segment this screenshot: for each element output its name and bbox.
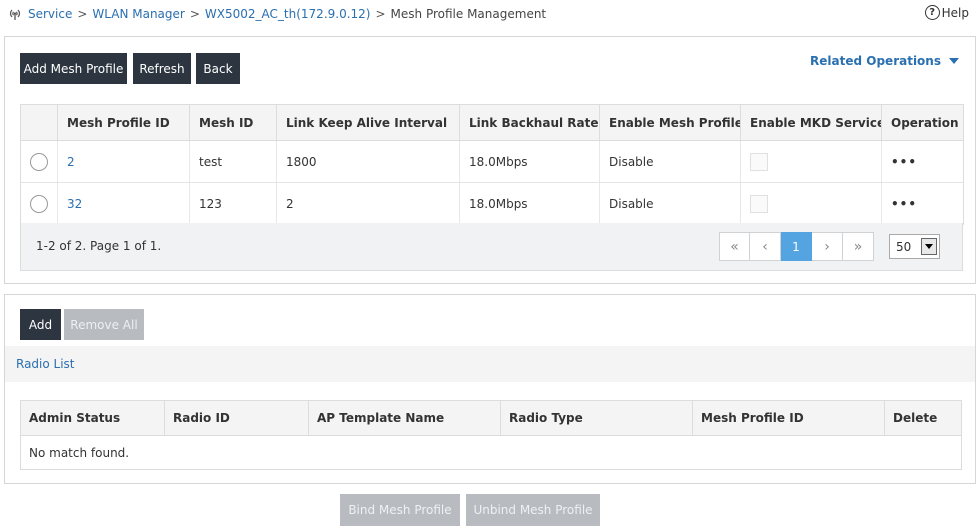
question-circle-icon: ? [924, 5, 940, 20]
mesh-id-cell: test [189, 140, 277, 183]
help-label: Help [941, 5, 969, 20]
row-select-radio[interactable] [30, 194, 48, 213]
table-header-row: Admin Status Radio ID AP Template Name R… [20, 400, 962, 436]
mesh-profile-id-link[interactable]: 32 [67, 197, 82, 211]
wireless-antenna-icon [8, 7, 22, 21]
dropdown-arrow-icon[interactable] [921, 238, 937, 255]
breadcrumb-current: Mesh Profile Management [390, 7, 547, 21]
refresh-button[interactable]: Refresh [133, 53, 191, 84]
pager: « ‹ 1 › » [719, 232, 874, 261]
mesh-id-cell: 123 [189, 182, 277, 225]
column-header[interactable]: Radio Type [500, 400, 693, 436]
radio-list-table: Admin Status Radio ID AP Template Name R… [20, 400, 962, 470]
column-header[interactable]: AP Template Name [308, 400, 501, 436]
radio-list-title[interactable]: Radio List [16, 357, 75, 371]
breadcrumb-service-link[interactable]: Service [28, 7, 72, 21]
breadcrumb-separator: > [189, 7, 200, 21]
more-options-icon[interactable]: ••• [891, 197, 917, 211]
breadcrumb-separator: > [77, 7, 88, 21]
breadcrumb: Service > WLAN Manager > WX5002_AC_th(17… [8, 5, 546, 23]
remove-all-button[interactable]: Remove All [64, 309, 144, 340]
column-header[interactable]: Link Keep Alive Interval [276, 104, 460, 141]
enable-mkd-checkbox[interactable] [750, 152, 768, 171]
enable-mkd-checkbox[interactable] [750, 194, 768, 213]
select-column-header [20, 104, 58, 141]
mesh-profile-id-link[interactable]: 2 [67, 155, 75, 169]
column-header: Delete [884, 400, 962, 436]
unbind-mesh-profile-button[interactable]: Unbind Mesh Profile [466, 494, 600, 526]
enable-profile-cell: Disable [599, 182, 741, 225]
related-operations-label: Related Operations [810, 54, 941, 68]
first-page-button[interactable]: « [719, 232, 750, 261]
breadcrumb-wlan-manager-link[interactable]: WLAN Manager [92, 7, 184, 21]
mesh-profile-panel: Add Mesh Profile Refresh Back Related Op… [4, 36, 976, 284]
empty-message: No match found. [20, 435, 962, 470]
add-radio-button[interactable]: Add [20, 309, 61, 340]
backhaul-rate-cell: 18.0Mbps [459, 140, 600, 183]
back-button[interactable]: Back [196, 53, 240, 84]
column-header[interactable]: Radio ID [164, 400, 309, 436]
column-header[interactable]: Mesh ID [189, 104, 277, 141]
bind-mesh-profile-button[interactable]: Bind Mesh Profile [340, 494, 460, 526]
prev-page-button[interactable]: ‹ [750, 232, 781, 261]
caret-down-icon [949, 58, 959, 64]
keep-alive-cell: 2 [276, 182, 460, 225]
mesh-profile-table: Mesh Profile ID Mesh ID Link Keep Alive … [20, 104, 964, 225]
breadcrumb-ac-device-link[interactable]: WX5002_AC_th(172.9.0.12) [205, 7, 371, 21]
page-size-value: 50 [896, 239, 912, 254]
column-header[interactable]: Enable Mesh Profile [599, 104, 741, 141]
breadcrumb-separator: > [375, 7, 386, 21]
last-page-button[interactable]: » [843, 232, 874, 261]
page-number-button[interactable]: 1 [781, 232, 812, 261]
table-header-row: Mesh Profile ID Mesh ID Link Keep Alive … [20, 104, 964, 141]
table-row: 2 test 1800 18.0Mbps Disable ••• [20, 140, 964, 183]
related-operations-dropdown[interactable]: Related Operations [810, 54, 959, 68]
more-options-icon[interactable]: ••• [891, 155, 917, 169]
column-header[interactable]: Enable MKD Service [740, 104, 882, 141]
column-header[interactable]: Mesh Profile ID [57, 104, 190, 141]
radio-list-panel: Add Remove All Radio List Admin Status R… [4, 294, 976, 484]
page-size-select[interactable]: 50 [889, 234, 940, 259]
row-select-radio[interactable] [30, 152, 48, 171]
keep-alive-cell: 1800 [276, 140, 460, 183]
pagination-bar: 1-2 of 2. Page 1 of 1. « ‹ 1 › » 50 [20, 223, 963, 271]
add-mesh-profile-button[interactable]: Add Mesh Profile [20, 53, 127, 84]
radio-list-header: Radio List [5, 346, 975, 382]
enable-profile-cell: Disable [599, 140, 741, 183]
next-page-button[interactable]: › [812, 232, 843, 261]
column-header[interactable]: Link Backhaul Rate [459, 104, 600, 141]
table-row: No match found. [20, 435, 962, 470]
column-header[interactable]: Admin Status [20, 400, 165, 436]
backhaul-rate-cell: 18.0Mbps [459, 182, 600, 225]
pagination-info: 1-2 of 2. Page 1 of 1. [36, 239, 162, 253]
help-link[interactable]: ? Help [924, 5, 969, 20]
table-row: 32 123 2 18.0Mbps Disable ••• [20, 182, 964, 225]
column-header[interactable]: Mesh Profile ID [692, 400, 885, 436]
column-header: Operation [881, 104, 964, 141]
